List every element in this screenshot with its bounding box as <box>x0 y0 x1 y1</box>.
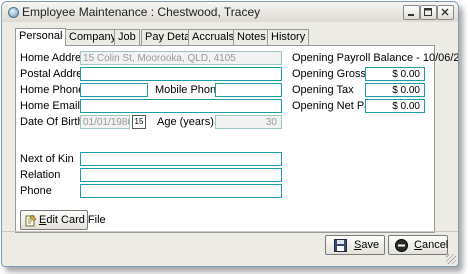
home-email-field[interactable] <box>80 99 282 113</box>
opening-net-field[interactable]: $ 0.00 <box>365 99 425 113</box>
employee-maintenance-window: Employee Maintenance : Chestwood, Tracey… <box>1 1 459 267</box>
next-of-kin-label: Next of Kin <box>20 153 74 165</box>
relation-field[interactable] <box>80 168 282 182</box>
card-file-icon <box>25 214 37 227</box>
save-label: ave <box>361 239 380 251</box>
relation-label: Relation <box>20 169 61 181</box>
tab-personal[interactable]: Personal <box>15 28 67 46</box>
save-button[interactable]: Save <box>325 235 385 255</box>
app-icon <box>8 7 19 18</box>
tab-notes[interactable]: Notes <box>233 29 270 45</box>
minimize-icon <box>408 14 414 16</box>
opening-tax-field[interactable]: $ 0.00 <box>365 83 425 97</box>
dob-label: Date Of Birth <box>20 116 84 128</box>
cancel-circle-icon <box>395 239 408 252</box>
dob-field[interactable]: 01/01/1980 <box>80 115 130 129</box>
minimize-button[interactable] <box>403 5 420 20</box>
tab-history[interactable]: History <box>267 29 310 45</box>
tab-accruals[interactable]: Accruals <box>188 29 239 45</box>
opening-balance-heading: Opening Payroll Balance - 10/06/2003 <box>292 52 459 64</box>
phone-field[interactable] <box>80 184 282 198</box>
maximize-icon <box>424 8 432 16</box>
postal-address-field[interactable] <box>80 67 282 81</box>
window-title: Employee Maintenance : Chestwood, Tracey <box>22 5 261 19</box>
personal-panel: Home Address 15 Colin St, Moorooka, QLD,… <box>15 45 458 233</box>
cancel-button[interactable]: Cancel <box>388 235 448 255</box>
opening-gross-field[interactable]: $ 0.00 <box>365 67 425 81</box>
resize-grip[interactable] <box>446 254 456 264</box>
divider <box>2 231 458 232</box>
floppy-disk-icon <box>334 239 347 252</box>
next-of-kin-field[interactable] <box>80 152 282 166</box>
mobile-phone-label: Mobile Phone <box>155 84 223 96</box>
tab-company[interactable]: Company <box>65 29 121 45</box>
maximize-button[interactable] <box>420 5 437 20</box>
opening-tax-label: Opening Tax <box>292 84 354 96</box>
age-field: 30 <box>215 115 282 129</box>
age-label: Age (years) <box>157 116 214 128</box>
home-email-label: Home Email <box>20 100 80 112</box>
tab-job[interactable]: Job <box>114 29 140 45</box>
cancel-label: ancel <box>421 239 449 251</box>
cancel-mnemonic: C <box>414 239 422 251</box>
mobile-phone-field[interactable] <box>215 83 282 97</box>
home-phone-label: Home Phone <box>20 84 85 96</box>
phone-label: Phone <box>20 185 52 197</box>
home-address-field[interactable]: 15 Colin St, Moorooka, QLD, 4105 <box>80 51 282 65</box>
opening-net-label: Opening Net Pay <box>292 100 376 112</box>
home-phone-field[interactable] <box>80 83 148 97</box>
title-bar[interactable]: Employee Maintenance : Chestwood, Tracey <box>2 2 458 22</box>
close-button[interactable] <box>437 5 454 20</box>
calendar-icon[interactable]: 15 <box>132 115 146 129</box>
close-icon <box>441 8 449 16</box>
edit-card-label: dit Card File <box>46 214 106 226</box>
edit-card-file-button[interactable]: Edit Card File <box>20 210 106 230</box>
